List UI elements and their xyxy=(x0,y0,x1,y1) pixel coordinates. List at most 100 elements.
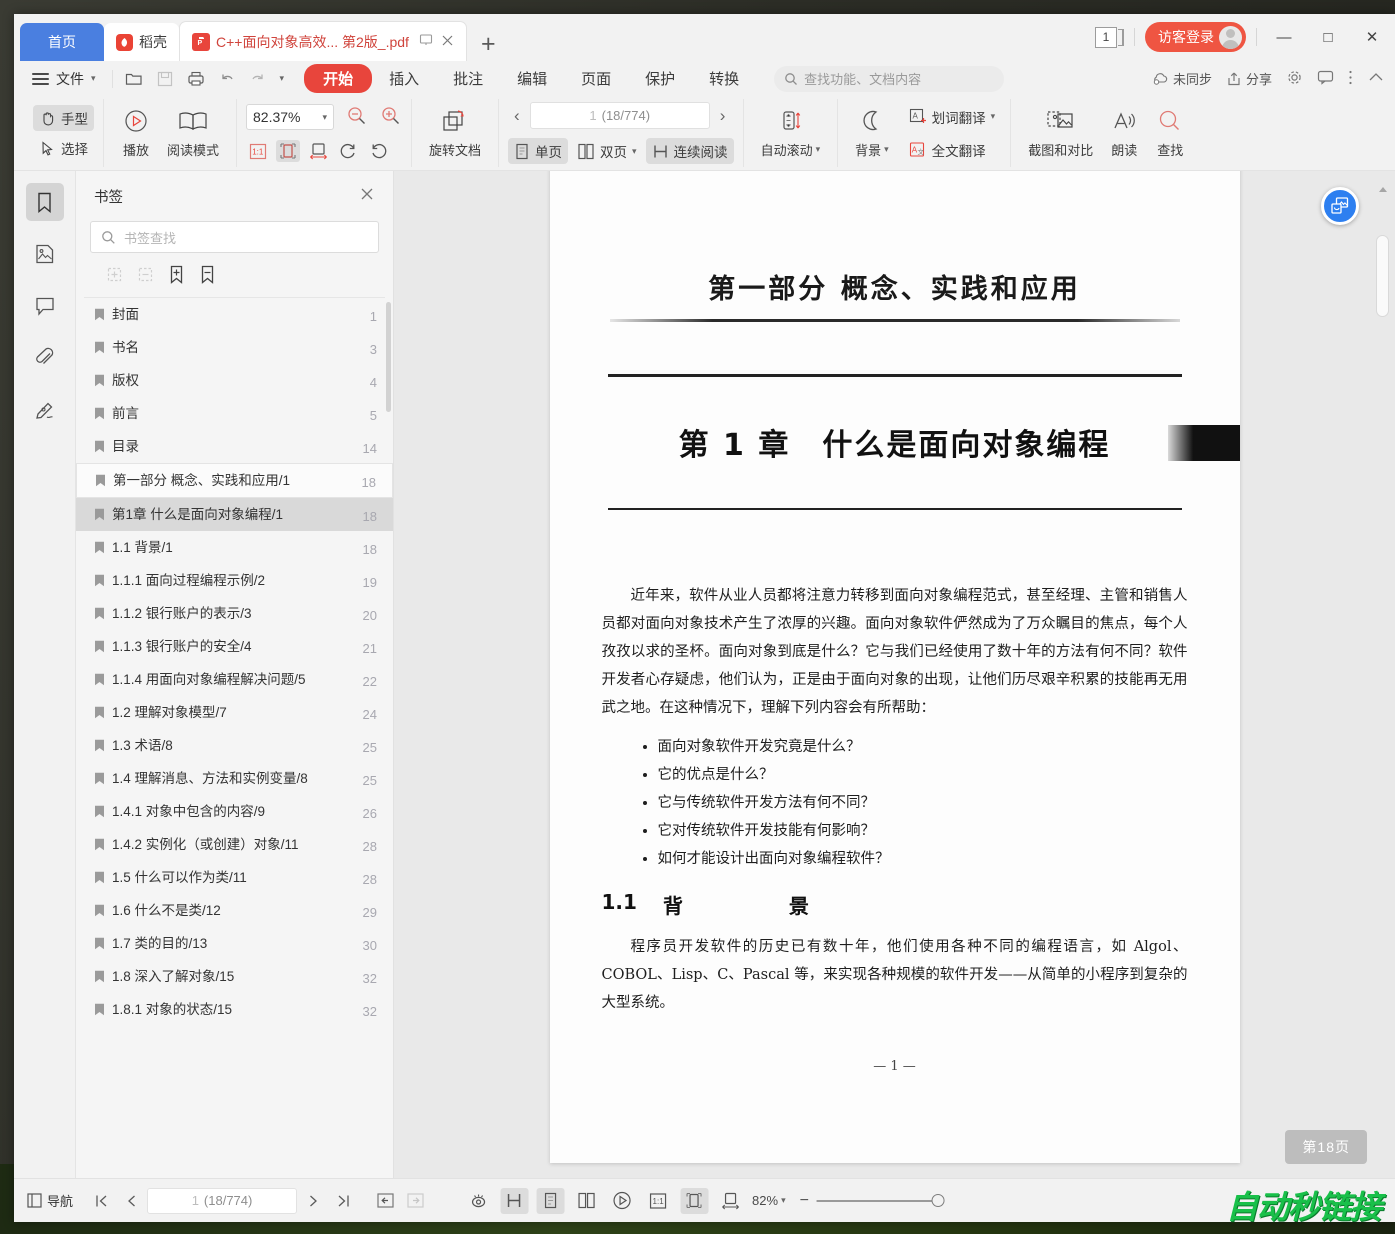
bookmark-item[interactable]: 1.2 理解对象模型/7 24 xyxy=(76,696,393,729)
ribbon-tab-start[interactable]: 开始 xyxy=(304,64,373,93)
bookmark-search-input[interactable]: 书签查找 xyxy=(90,221,379,253)
tab-stack-indicator[interactable]: 1 xyxy=(1095,26,1124,48)
read-aloud-button[interactable]: 朗读 xyxy=(1101,106,1147,161)
save-icon[interactable] xyxy=(156,70,174,88)
bookmark-item[interactable]: 第1章 什么是面向对象编程/1 18 xyxy=(76,498,393,531)
next-page-button[interactable]: › xyxy=(714,106,732,126)
bookmark-item[interactable]: 1.1.1 面向过程编程示例/2 19 xyxy=(76,564,393,597)
scroll-up-arrow-icon[interactable] xyxy=(1379,187,1387,192)
zoom-slider-knob[interactable] xyxy=(931,1194,945,1207)
bookmark-item[interactable]: 1.1 背景/1 18 xyxy=(76,531,393,564)
gear-icon[interactable] xyxy=(1286,69,1303,89)
single-page-view-button[interactable] xyxy=(536,1187,565,1214)
tab-pdf-document[interactable]: P C++面向对象高效... 第2版_.pdf xyxy=(179,21,467,61)
more-icon[interactable] xyxy=(1348,69,1353,89)
close-tab-icon[interactable] xyxy=(441,34,454,50)
zoom-out-button[interactable] xyxy=(346,105,368,130)
prev-page-button[interactable]: ‹ xyxy=(508,106,526,126)
bookmark-item[interactable]: 1.6 什么不是类/12 29 xyxy=(76,894,393,927)
play-button[interactable]: 播放 xyxy=(113,106,159,161)
collapse-all-icon[interactable] xyxy=(137,266,154,286)
bookmark-item[interactable]: 1.7 类的目的/13 30 xyxy=(76,927,393,960)
actual-size-button[interactable]: 1:1 xyxy=(246,140,270,162)
share-button[interactable]: 分享 xyxy=(1226,69,1272,88)
bookmark-item[interactable]: 版权 4 xyxy=(76,364,393,397)
open-folder-icon[interactable] xyxy=(125,70,143,88)
zoom-in-button[interactable] xyxy=(380,105,402,130)
rail-button-signature[interactable] xyxy=(26,391,64,429)
ribbon-tab-protect[interactable]: 保护 xyxy=(628,65,692,92)
find-button[interactable]: 查找 xyxy=(1147,106,1193,161)
minimize-button[interactable]: — xyxy=(1267,23,1301,51)
ribbon-tab-edit[interactable]: 编辑 xyxy=(500,65,564,92)
back-button[interactable] xyxy=(371,1187,399,1215)
document-viewer[interactable]: 第一部分 概念、实践和应用 第 1 章 什么是面向对象编程 近年来，软件从业人员… xyxy=(394,171,1395,1178)
continuous-read-button[interactable]: 连续阅读 xyxy=(645,138,734,164)
background-button[interactable]: 背景 ▾ xyxy=(847,106,897,161)
rotate-cw-button[interactable] xyxy=(366,140,390,162)
ribbon-tab-insert[interactable]: 插入 xyxy=(372,65,436,92)
bookmark-item[interactable]: 前言 5 xyxy=(76,397,393,430)
navigation-toggle[interactable]: 导航 xyxy=(26,1191,73,1210)
feedback-icon[interactable] xyxy=(1317,69,1334,88)
read-mode-button[interactable]: 阅读模式 xyxy=(159,106,227,161)
bookmark-item[interactable]: 1.1.4 用面向对象编程解决问题/5 22 xyxy=(76,663,393,696)
bookmark-item[interactable]: 1.4 理解消息、方法和实例变量/8 25 xyxy=(76,762,393,795)
zoom-slider[interactable]: − xyxy=(800,1192,945,1210)
zoom-minus-button[interactable]: − xyxy=(800,1192,809,1210)
bookmark-item[interactable]: 1.3 术语/8 25 xyxy=(76,729,393,762)
print-icon[interactable] xyxy=(187,70,205,88)
single-page-button[interactable]: 单页 xyxy=(508,138,569,164)
maximize-button[interactable]: □ xyxy=(1311,23,1345,51)
bookmark-item[interactable]: 1.4.1 对象中包含的内容/9 26 xyxy=(76,795,393,828)
tab-docer[interactable]: 稻壳 xyxy=(104,23,179,61)
rotate-ccw-button[interactable] xyxy=(336,140,360,162)
file-menu-button[interactable]: 文件 ▾ xyxy=(32,69,106,89)
bookmarks-list[interactable]: 封面 1 书名 3 版权 4 前言 5 目录 14 第一部分 概念、实践和应用/1 18 第1章 什么是… xyxy=(76,298,393,1178)
status-zoom-control[interactable]: 82% ▾ xyxy=(752,1193,786,1208)
status-page-input[interactable]: 1 (18/774) xyxy=(147,1187,298,1214)
status-actual-size-button[interactable]: 1:1 xyxy=(644,1188,672,1214)
rail-button-comments[interactable] xyxy=(26,287,64,325)
redo-icon[interactable] xyxy=(249,70,267,88)
collapse-ribbon-icon[interactable] xyxy=(1367,70,1385,87)
new-tab-button[interactable]: + xyxy=(467,32,510,61)
bookmark-item[interactable]: 1.1.2 银行账户的表示/3 20 xyxy=(76,597,393,630)
bookmark-item[interactable]: 封面 1 xyxy=(76,298,393,331)
page-number-input[interactable]: 1 (18/774) xyxy=(529,102,710,129)
bookmark-item[interactable]: 第一部分 概念、实践和应用/1 18 xyxy=(76,463,393,498)
fit-page-button[interactable] xyxy=(276,140,301,162)
tab-home[interactable]: 首页 xyxy=(20,23,104,61)
customize-caret-icon[interactable]: ▾ xyxy=(280,73,285,84)
search-input[interactable]: 查找功能、文档内容 xyxy=(774,65,1005,92)
bookmark-item[interactable]: 1.8 深入了解对象/15 32 xyxy=(76,960,393,993)
forward-button[interactable] xyxy=(401,1187,429,1215)
add-bookmark-icon[interactable] xyxy=(168,265,185,287)
pdf-to-word-fab[interactable] xyxy=(1321,187,1359,225)
select-tool-button[interactable]: 选择 xyxy=(33,135,94,161)
rail-button-bookmarks[interactable] xyxy=(25,183,64,221)
hand-tool-button[interactable]: 手型 xyxy=(33,105,94,131)
ribbon-tab-convert[interactable]: 转换 xyxy=(692,65,756,92)
rotate-document-button[interactable]: 旋转文档 xyxy=(421,106,489,161)
undo-icon[interactable] xyxy=(218,70,236,88)
rail-button-thumbnails[interactable] xyxy=(26,235,64,273)
bookmark-item[interactable]: 1.1.3 银行账户的安全/4 21 xyxy=(76,630,393,663)
bookmark-item[interactable]: 1.5 什么可以作为类/11 28 xyxy=(76,861,393,894)
full-translate-button[interactable]: A文 全文翻译 xyxy=(903,137,1002,163)
word-translate-button[interactable]: A 划词翻译 ▾ xyxy=(903,104,1002,130)
double-page-button[interactable]: 双页 ▾ xyxy=(571,138,643,164)
status-fit-width-button[interactable] xyxy=(716,1188,744,1214)
bookmark-item[interactable]: 1.8.1 对象的状态/15 32 xyxy=(76,993,393,1026)
bookmark-item[interactable]: 1.4.2 实例化（或创建）对象/11 28 xyxy=(76,828,393,861)
rail-button-attachments[interactable] xyxy=(26,339,64,377)
first-page-button[interactable] xyxy=(87,1187,115,1215)
login-button[interactable]: 访客登录 xyxy=(1145,22,1246,52)
sync-status-button[interactable]: 未同步 xyxy=(1152,69,1212,88)
viewer-scrollbar[interactable] xyxy=(1376,187,1389,1168)
bookmark-item[interactable]: 目录 14 xyxy=(76,430,393,463)
close-window-button[interactable]: ✕ xyxy=(1355,23,1389,51)
screenshot-compare-button[interactable]: 截图和对比 xyxy=(1020,106,1101,161)
scrollbar-thumb[interactable] xyxy=(1376,235,1389,317)
slideshow-button[interactable] xyxy=(608,1188,636,1214)
